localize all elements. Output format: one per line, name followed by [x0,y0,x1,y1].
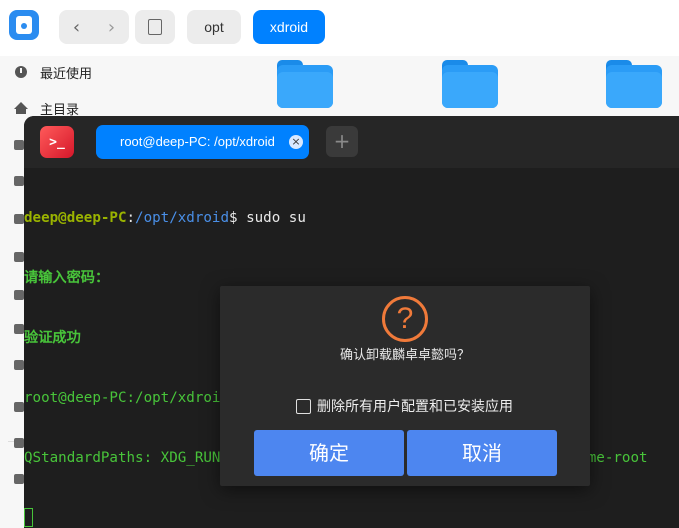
terminal-titlebar: >_ root@deep-PC: /opt/xdroid × + [24,116,679,168]
terminal-tab-title: root@deep-PC: /opt/xdroid [120,134,275,149]
breadcrumb-opt[interactable]: opt [187,10,241,44]
terminal-cursor [24,508,33,527]
sidebar-item-icon[interactable] [14,140,24,150]
file-manager-toolbar: ‹ › opt xdroid [0,0,679,56]
folder-icon[interactable] [606,60,662,108]
cancel-button[interactable]: 取消 [407,430,557,476]
chevron-right-icon[interactable]: › [94,10,129,44]
chevron-left-icon[interactable]: ‹ [59,10,94,44]
sidebar-item-icon[interactable] [14,290,24,300]
home-icon [14,101,28,115]
sidebar-item-icon[interactable] [14,176,24,186]
sidebar-item-icon[interactable] [14,252,24,262]
terminal-line: 请输入密码： [24,270,110,286]
sidebar-item-icon[interactable] [14,402,24,412]
sidebar-item-icon[interactable] [14,438,24,448]
delete-data-checkbox[interactable]: 删除所有用户配置和已安装应用 [296,396,513,416]
question-icon: ? [382,296,428,342]
close-icon[interactable]: × [289,135,303,149]
terminal-line: deep@deep-PC:/opt/xdroid$ sudo su [24,210,306,226]
sidebar-item-recent[interactable]: 最近使用 [14,60,92,84]
nav-button-group: ‹ › [59,10,129,44]
folder-icon[interactable] [277,60,333,108]
sidebar-item-label: 主目录 [40,102,80,118]
confirm-button[interactable]: 确定 [254,430,404,476]
terminal-line [24,508,679,528]
terminal-tab[interactable]: root@deep-PC: /opt/xdroid × [96,125,309,159]
sidebar-item-icon[interactable] [14,214,24,224]
checkbox-box[interactable] [296,398,311,414]
sidebar-item-icon[interactable] [14,360,24,370]
sidebar-item-label: 最近使用 [40,66,93,82]
disk-icon [148,19,162,35]
add-tab-button[interactable]: + [326,126,358,157]
dialog-message: 确认卸载麟卓卓懿吗？ [339,348,470,363]
disk-button[interactable] [135,10,175,44]
uninstall-dialog: ? 确认卸载麟卓卓懿吗？ 删除所有用户配置和已安装应用 确定 取消 [220,286,590,486]
breadcrumb-xdroid[interactable]: xdroid [253,10,325,44]
terminal-icon: >_ [40,126,74,158]
file-manager-icon [9,10,39,40]
checkbox-label: 删除所有用户配置和已安装应用 [317,399,513,415]
sidebar-item-icon[interactable] [14,324,24,334]
clock-icon [14,65,28,79]
sidebar-item-icon[interactable] [14,474,24,484]
folder-icon[interactable] [442,60,498,108]
